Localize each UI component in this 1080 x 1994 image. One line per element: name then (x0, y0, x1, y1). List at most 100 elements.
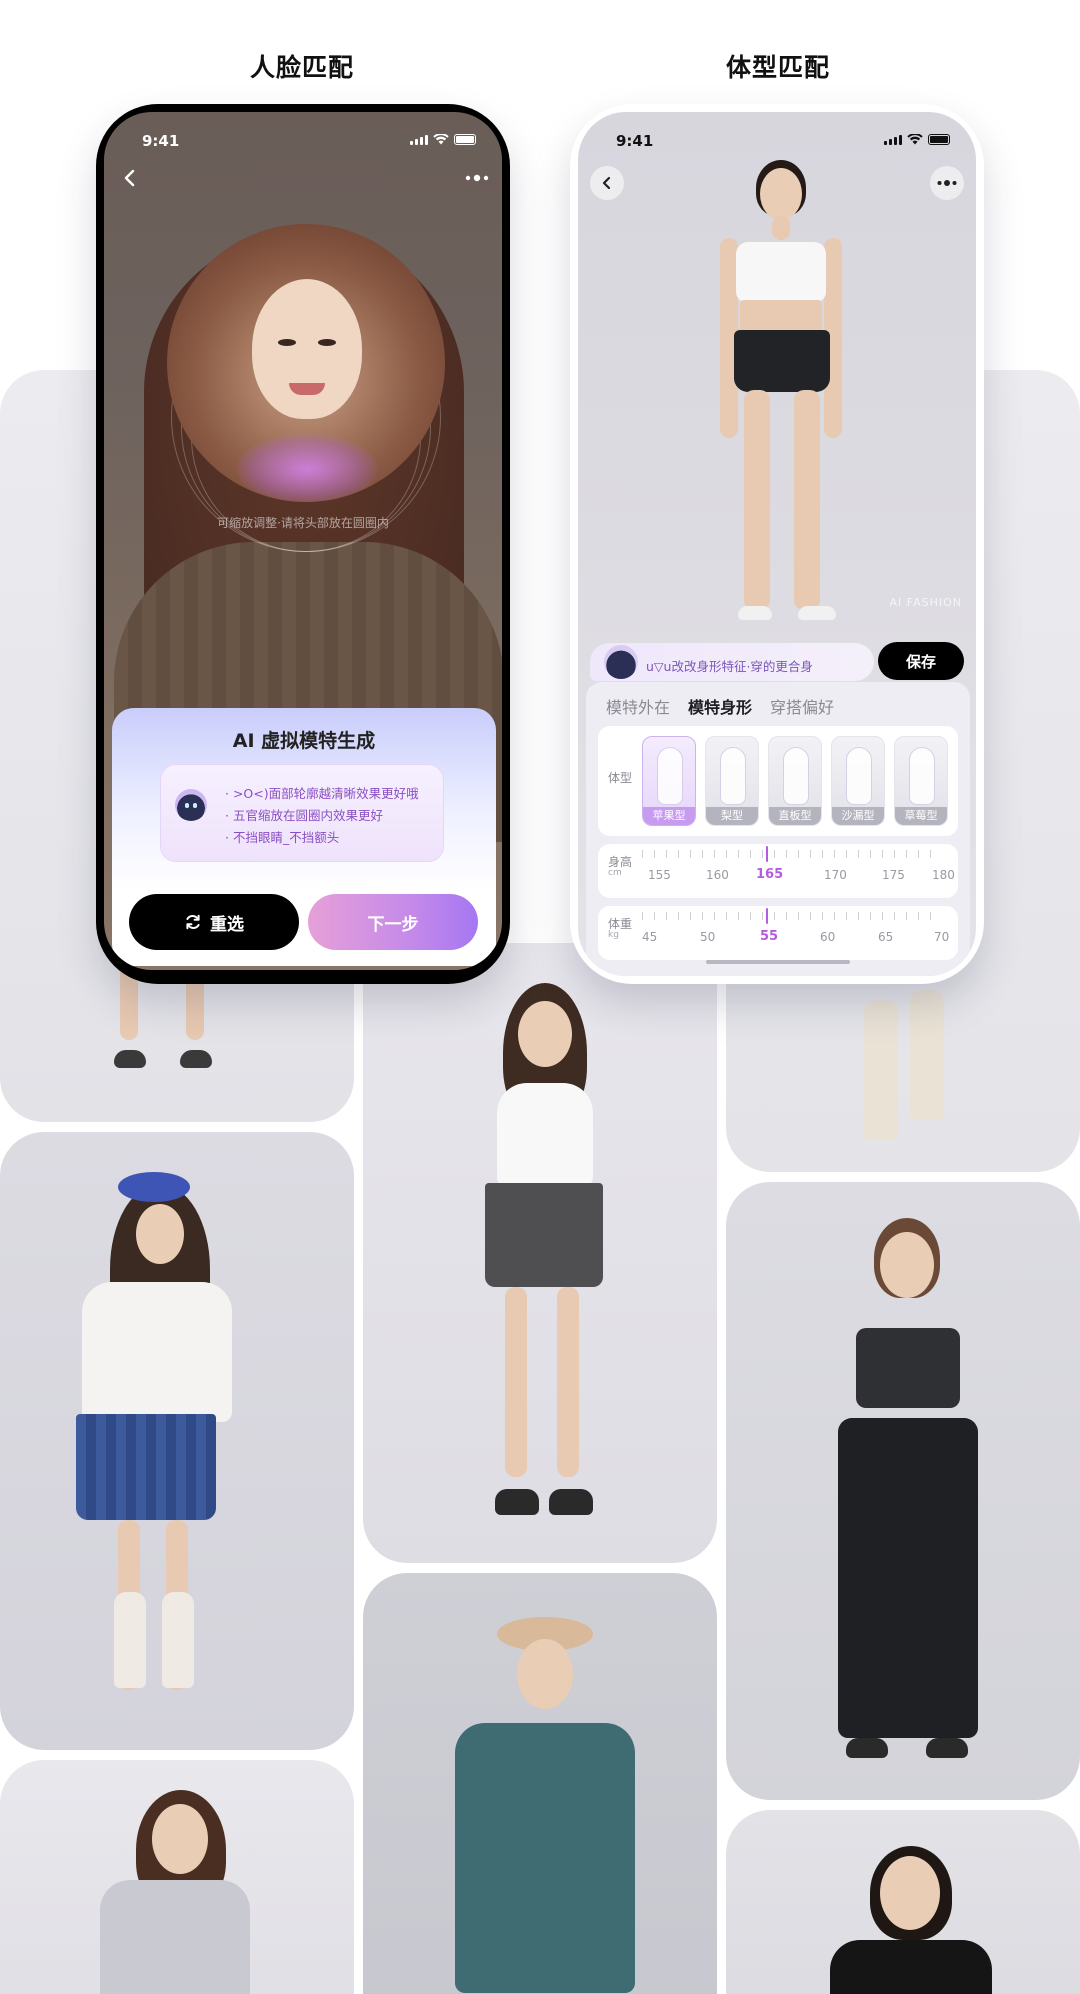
weight-label-text: 体重 (608, 917, 633, 931)
status-bar: 9:41 (104, 112, 502, 162)
status-icons (884, 134, 950, 145)
model-head (880, 1232, 934, 1298)
model-denim-skirt (485, 1183, 603, 1287)
body-silhouette (846, 747, 872, 805)
model-tanktop (497, 1083, 593, 1187)
face-glow (237, 434, 377, 502)
bubble-text: u▽u改改身形特征·穿的更合身 (646, 659, 813, 674)
reselect-label: 重选 (210, 914, 244, 935)
shape-option-pear[interactable]: 梨型 (705, 736, 759, 826)
body-silhouette (720, 747, 746, 805)
model-neck (772, 216, 790, 240)
model-face (252, 279, 362, 419)
scale-hint: 可缩放调整·请将头部放在圆圈内 (217, 516, 389, 530)
model-heel (738, 606, 772, 620)
model-shoe (180, 1050, 212, 1068)
height-marker[interactable] (766, 846, 768, 862)
gallery-card[interactable] (726, 1810, 1080, 1994)
model-shorts (734, 330, 830, 392)
model-head (152, 1804, 208, 1874)
model-mouth (289, 383, 325, 395)
height-tick-label: 160 (706, 868, 729, 882)
back-icon (602, 176, 611, 190)
model-boot (910, 990, 944, 1120)
weight-marker[interactable] (766, 908, 768, 924)
settings-tabs: 模特外在 模特身形 穿搭偏好 (606, 694, 834, 718)
gallery-card[interactable] (363, 1573, 717, 1994)
height-value: 165 (756, 867, 784, 882)
ai-suggestion-bubble: u▽u改改身形特征·穿的更合身 (590, 643, 874, 681)
height-label-text: 身高 (608, 855, 633, 869)
gallery-card[interactable] (0, 1132, 354, 1750)
bot-eye (185, 803, 189, 808)
battery-icon (454, 134, 476, 145)
model-shoe (114, 1050, 146, 1068)
model-leg (557, 1287, 579, 1477)
next-step-label: 下一步 (367, 914, 419, 935)
gallery-card[interactable] (363, 943, 717, 1563)
weight-value: 55 (760, 929, 779, 944)
shape-option-apple[interactable]: 苹果型 (642, 736, 696, 826)
tab-body-shape[interactable]: 模特身形 (688, 694, 752, 718)
model-leg (744, 390, 770, 610)
gallery-card[interactable] (0, 1760, 354, 1994)
weight-tick-label: 65 (878, 930, 894, 944)
tip-item: · 五官缩放在圆圈内效果更好 (225, 808, 383, 823)
wifi-icon (433, 134, 449, 145)
model-head (760, 168, 802, 220)
body-settings-panel: 模特外在 模特身形 穿搭偏好 体型 苹果型 梨型 直板型 沙漏型 草莓型 身高 c… (586, 682, 970, 976)
shape-label: 梨型 (706, 807, 758, 825)
model-waist (740, 300, 822, 334)
more-icon (937, 180, 957, 186)
ai-card-title: AI 虚拟模特生成 (232, 730, 376, 752)
ai-bot-icon (604, 645, 638, 679)
model-head (518, 1001, 572, 1067)
model-leg-warmer (114, 1592, 146, 1688)
ai-bot-icon (175, 789, 207, 821)
weight-tick-label: 60 (820, 930, 836, 944)
body-silhouette (657, 747, 683, 805)
shape-option-strawberry[interactable]: 草莓型 (894, 736, 948, 826)
height-tick-label: 175 (882, 868, 905, 882)
signal-icon (884, 135, 902, 145)
model-sweater (82, 1282, 232, 1422)
ai-model-card: AI 虚拟模特生成 · >O<)面部轮廓越清晰效果更好哦 · 五官缩放在圆圈内效… (112, 708, 496, 966)
weight-slider-row[interactable]: 体重 kg 45 50 55 60 65 70 (598, 906, 958, 960)
model-eye (318, 339, 336, 346)
tab-appearance[interactable]: 模特外在 (606, 694, 670, 718)
weight-unit: kg (608, 930, 619, 941)
shape-label: 草莓型 (895, 807, 947, 825)
height-tick-label: 180 (932, 868, 955, 882)
more-button[interactable] (930, 166, 964, 200)
tab-style-preference[interactable]: 穿搭偏好 (770, 694, 834, 718)
shape-option-hourglass[interactable]: 沙漏型 (831, 736, 885, 826)
save-button[interactable]: 保存 (878, 642, 964, 680)
section-title-face-match: 人脸匹配 (250, 53, 355, 82)
status-bar: 9:41 (578, 112, 976, 162)
phone-face-match: 9:41 可缩放调整·请将头部放在圆圈内 AI 虚拟模特生成 · >O<)面部轮… (96, 104, 510, 984)
next-step-button[interactable]: 下一步 (308, 894, 478, 950)
shape-option-straight[interactable]: 直板型 (768, 736, 822, 826)
body-silhouette (783, 747, 809, 805)
model-shoe (846, 1738, 888, 1758)
model-shoe (926, 1738, 968, 1758)
height-slider-row[interactable]: 身高 cm 155 160 165 170 175 180 (598, 844, 958, 898)
model-tube-top (856, 1328, 960, 1408)
model-cargo-pants (838, 1418, 978, 1738)
battery-icon (928, 134, 950, 145)
model-tanktop (736, 242, 826, 302)
section-title-body-match: 体型匹配 (726, 53, 831, 82)
shape-label: 直板型 (769, 807, 821, 825)
face-frame-circle[interactable] (167, 224, 445, 502)
model-shoe (495, 1489, 539, 1515)
height-ticks (642, 850, 942, 858)
gallery-card[interactable] (726, 1182, 1080, 1800)
back-icon[interactable] (120, 168, 140, 188)
height-unit: cm (608, 868, 622, 879)
phone-body-match: AI FASHION 9:41 u▽u改改身形特征·穿的更合身 保存 模特外在 … (570, 104, 984, 984)
back-button[interactable] (590, 166, 624, 200)
reselect-button[interactable]: 重选 (129, 894, 299, 950)
more-icon[interactable] (464, 174, 490, 182)
weight-tick-label: 70 (934, 930, 950, 944)
model-leg (794, 390, 820, 610)
